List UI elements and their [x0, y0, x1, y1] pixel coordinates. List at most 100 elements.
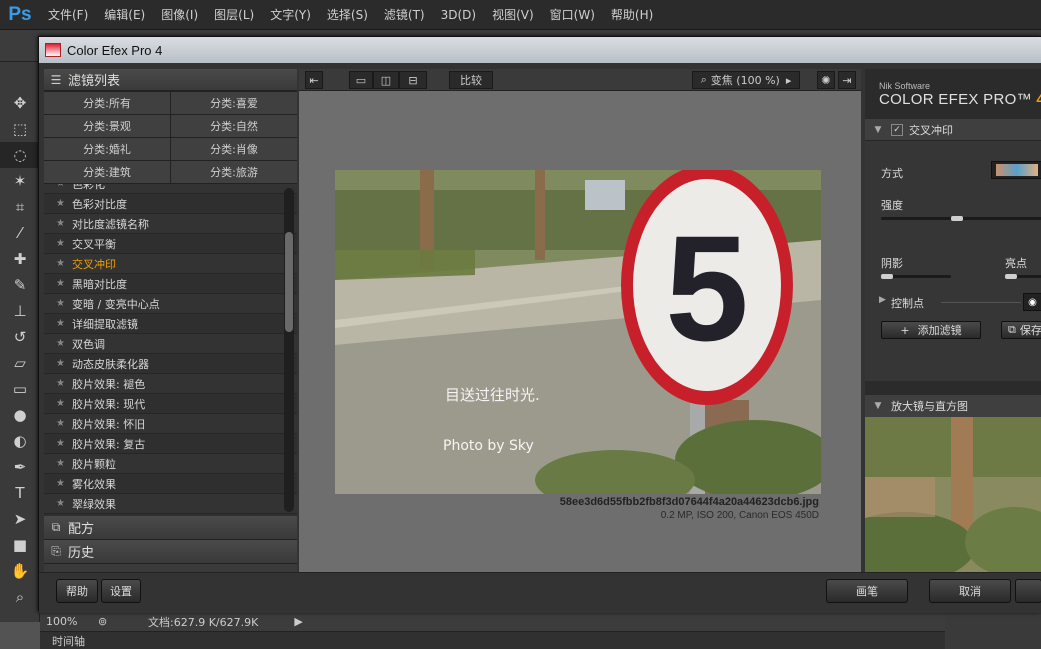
- crop-tool-icon[interactable]: ⌗: [0, 194, 40, 220]
- brush-tool-icon[interactable]: ✎: [0, 272, 40, 298]
- favorite-star-icon[interactable]: ★: [56, 498, 72, 509]
- menu-3d[interactable]: 3D(D): [433, 0, 484, 30]
- move-tool-icon[interactable]: ✥: [0, 90, 40, 116]
- lasso-tool-icon[interactable]: ◌: [0, 142, 40, 168]
- background-light-icon[interactable]: ✺: [817, 71, 835, 89]
- category-portrait[interactable]: 分类:肖像: [171, 138, 297, 160]
- filter-list-item[interactable]: ★ 色彩对比度: [44, 194, 297, 214]
- add-control-point-icon[interactable]: ◉: [1023, 293, 1041, 311]
- filter-list-item[interactable]: ★ 变暗 / 变亮中心点: [44, 294, 297, 314]
- method-selector[interactable]: [991, 161, 1041, 179]
- favorite-star-icon[interactable]: ★: [56, 258, 72, 269]
- help-button[interactable]: 帮助: [56, 579, 98, 603]
- favorite-star-icon[interactable]: ★: [56, 418, 72, 429]
- menu-help[interactable]: 帮助(H): [603, 0, 661, 30]
- highlights-knob[interactable]: [1005, 274, 1017, 279]
- menu-view[interactable]: 视图(V): [484, 0, 542, 30]
- favorite-star-icon[interactable]: ★: [56, 198, 72, 209]
- favorite-star-icon[interactable]: ★: [56, 438, 72, 449]
- filter-list-item[interactable]: ★ 交叉冲印: [44, 254, 297, 274]
- history-brush-icon[interactable]: ↺: [0, 324, 40, 350]
- category-landscape[interactable]: 分类:景观: [44, 115, 170, 137]
- side-by-side-icon[interactable]: ⊟: [399, 71, 427, 89]
- menu-window[interactable]: 窗口(W): [542, 0, 603, 30]
- brush-button[interactable]: 画笔: [826, 579, 908, 603]
- filter-list-item[interactable]: ★ 对比度滤镜名称: [44, 214, 297, 234]
- favorite-star-icon[interactable]: ★: [56, 398, 72, 409]
- zoom-control[interactable]: ⌕ 变焦 (100 %) ▸: [692, 71, 800, 89]
- magic-wand-icon[interactable]: ✶: [0, 168, 40, 194]
- favorite-star-icon[interactable]: ★: [56, 378, 72, 389]
- path-select-icon[interactable]: ➤: [0, 506, 40, 532]
- filter-list-item[interactable]: ★ 胶片效果: 现代: [44, 394, 297, 414]
- pen-tool-icon[interactable]: ✒: [0, 454, 40, 480]
- favorite-star-icon[interactable]: ★: [56, 338, 72, 349]
- blur-tool-icon[interactable]: ●: [0, 402, 40, 428]
- favorite-star-icon[interactable]: ★: [56, 238, 72, 249]
- timeline-label[interactable]: 时间轴: [40, 633, 85, 649]
- favorite-star-icon[interactable]: ★: [56, 458, 72, 469]
- shadows-knob[interactable]: [881, 274, 893, 279]
- filter-list-item[interactable]: ★ 胶片颗粒: [44, 454, 297, 474]
- scrollbar-thumb[interactable]: [285, 232, 293, 332]
- stamp-tool-icon[interactable]: ⊥: [0, 298, 40, 324]
- collapse-arrow-icon[interactable]: ▼: [871, 125, 885, 135]
- filter-list-item[interactable]: ★ 双色调: [44, 334, 297, 354]
- eyedropper-icon[interactable]: ⁄: [0, 220, 40, 246]
- menu-layer[interactable]: 图层(L): [206, 0, 262, 30]
- filter-list-item[interactable]: ★ 胶片效果: 复古: [44, 434, 297, 454]
- status-arrow-icon[interactable]: ▶: [294, 615, 302, 628]
- loupe-view[interactable]: [865, 417, 1041, 572]
- control-points-arrow-icon[interactable]: ▶: [879, 295, 886, 305]
- filter-list-item[interactable]: ★ 黑暗对比度: [44, 274, 297, 294]
- compare-button[interactable]: 比较: [449, 71, 493, 89]
- filter-list-header[interactable]: ☰ 滤镜列表: [44, 69, 297, 91]
- dodge-tool-icon[interactable]: ◐: [0, 428, 40, 454]
- filter-list-scrollbar[interactable]: [284, 188, 294, 512]
- menu-filter[interactable]: 滤镜(T): [376, 0, 433, 30]
- marquee-tool-icon[interactable]: ⬚: [0, 116, 40, 142]
- type-tool-icon[interactable]: T: [0, 480, 40, 506]
- category-architecture[interactable]: 分类:建筑: [44, 161, 170, 183]
- favorite-star-icon[interactable]: ★: [56, 318, 72, 329]
- cancel-button[interactable]: 取消: [929, 579, 1011, 603]
- ok-button[interactable]: [1015, 579, 1041, 603]
- recipes-header[interactable]: ⧉ 配方: [44, 516, 297, 540]
- shadows-slider[interactable]: [881, 274, 951, 279]
- hand-tool-icon[interactable]: ✋: [0, 558, 40, 584]
- menu-type[interactable]: 文字(Y): [262, 0, 319, 30]
- favorite-star-icon[interactable]: ★: [56, 218, 72, 229]
- filter-list-item[interactable]: ★魅力光晕: [44, 514, 297, 516]
- filter-list-item[interactable]: ★ 胶片效果: 怀旧: [44, 414, 297, 434]
- filter-list-item[interactable]: ★ 雾化效果: [44, 474, 297, 494]
- preview-area[interactable]: 5 目送过往时光. Photo by Sky 58ee3d6d55fbb2fb8…: [299, 91, 861, 572]
- loupe-header[interactable]: ▼ 放大镜与直方图: [865, 395, 1041, 417]
- single-view-icon[interactable]: ▭: [349, 71, 373, 89]
- filter-list-item[interactable]: ★色彩化: [44, 184, 297, 194]
- favorite-star-icon[interactable]: ★: [56, 358, 72, 369]
- hide-right-panel-icon[interactable]: ⇥: [838, 71, 856, 89]
- menu-file[interactable]: 文件(F): [40, 0, 96, 30]
- history-header[interactable]: ⎘ 历史: [44, 540, 297, 564]
- category-all[interactable]: 分类:所有: [44, 92, 170, 114]
- category-wedding[interactable]: 分类:婚礼: [44, 138, 170, 160]
- preview-photo[interactable]: 5 目送过往时光. Photo by Sky: [335, 170, 821, 494]
- category-nature[interactable]: 分类:自然: [171, 115, 297, 137]
- zoom-tool-icon[interactable]: ⌕: [0, 584, 40, 610]
- loupe-collapse-icon[interactable]: ▼: [871, 401, 885, 411]
- split-view-icon[interactable]: ◫: [373, 71, 399, 89]
- healing-brush-icon[interactable]: ✚: [0, 246, 40, 272]
- filter-enabled-checkbox[interactable]: ✓: [891, 123, 903, 136]
- filter-list-item[interactable]: ★ 交叉平衡: [44, 234, 297, 254]
- menu-select[interactable]: 选择(S): [319, 0, 376, 30]
- favorite-star-icon[interactable]: ★: [56, 184, 72, 189]
- menu-edit[interactable]: 编辑(E): [96, 0, 153, 30]
- gradient-icon[interactable]: ▭: [0, 376, 40, 402]
- favorite-star-icon[interactable]: ★: [56, 478, 72, 489]
- filter-list-item[interactable]: ★ 详细提取滤镜: [44, 314, 297, 334]
- eraser-icon[interactable]: ▱: [0, 350, 40, 376]
- favorite-star-icon[interactable]: ★: [56, 298, 72, 309]
- filter-list-item[interactable]: ★ 胶片效果: 褪色: [44, 374, 297, 394]
- filter-settings-header[interactable]: ▼ ✓ 交叉冲印: [865, 119, 1041, 141]
- category-favorites[interactable]: 分类:喜爱: [171, 92, 297, 114]
